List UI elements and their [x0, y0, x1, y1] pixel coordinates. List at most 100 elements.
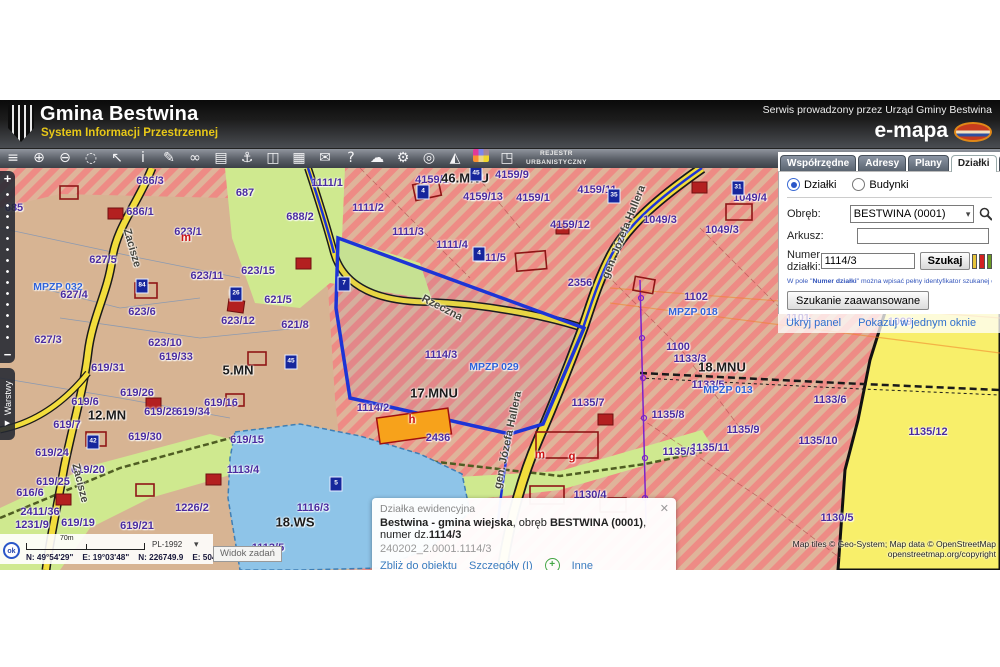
register-urbanistyczny-button[interactable]: REJESTR URBANISTYCZNY [526, 150, 587, 166]
zoom-out-icon[interactable]: ⊖ [52, 149, 78, 168]
radio-dot-icon [852, 178, 865, 191]
ok-button[interactable]: ok [3, 542, 20, 559]
zoom-in-button[interactable]: + [4, 171, 12, 187]
parcel-label: 686/3 [136, 175, 164, 187]
hide-panel-link[interactable]: Ukryj panel [786, 317, 841, 329]
compass-icon[interactable]: ◭ [442, 149, 468, 168]
parcel-label: 1102 [684, 291, 708, 303]
close-icon[interactable]: ✕ [660, 502, 669, 515]
parcel-label: 619/15 [230, 434, 264, 446]
address-marker[interactable]: 4 [417, 185, 430, 200]
advanced-search-button[interactable]: Szukanie zaawansowane [787, 291, 929, 310]
parcel-label: 4159/9 [495, 169, 529, 181]
single-window-link[interactable]: Pokazuj w jednym oknie [858, 317, 976, 329]
popup-municipality: Bestwina - gmina wiejska [380, 517, 513, 529]
details-link[interactable]: Szczegóły (I) [469, 560, 533, 571]
plus-circle-icon[interactable]: + [545, 558, 560, 570]
parcel-label: 1135/9 [726, 424, 759, 436]
popup-obreb: BESTWINA (0001) [550, 517, 643, 529]
settings-icon[interactable]: ⚙ [390, 149, 416, 168]
parcel-label: 1049/3 [643, 214, 677, 226]
address-marker[interactable]: 26 [230, 287, 243, 302]
windows-icon[interactable]: ◫ [260, 149, 286, 168]
geosystem-logo-icon [954, 122, 992, 142]
parcel-label: 619/34 [176, 406, 210, 418]
zoom-to-object-link[interactable]: Zbliż do obiektu [380, 560, 457, 571]
parcel-label: 623/10 [148, 337, 182, 349]
parcel-label: 1135/7 [571, 397, 604, 409]
parcel-label: 4159/13 [463, 191, 503, 203]
tab-adresy[interactable]: Adresy [858, 155, 906, 171]
parcel-label: 1114/2 [357, 402, 389, 414]
zoom-in-icon[interactable]: ⊕ [26, 149, 52, 168]
parcel-label: 1100 [666, 341, 690, 353]
parcel-label: 1049/3 [705, 224, 739, 236]
parcel-label: h [408, 414, 415, 426]
parcel-label: 2356 [568, 277, 592, 289]
print-icon[interactable]: ▤ [208, 149, 234, 168]
app-title: Gmina Bestwina [40, 103, 198, 126]
radio-dzialki[interactable]: Działki [787, 178, 836, 191]
help-icon[interactable]: ? [338, 149, 364, 168]
arkusz-input[interactable] [857, 228, 989, 244]
zoom-out-button[interactable]: − [4, 347, 12, 363]
other-link[interactable]: Inne [572, 560, 593, 571]
radio-dot-icon [787, 178, 800, 191]
popup-title: Bestwina - gmina wiejska, obręb BESTWINA… [380, 517, 668, 541]
parcel-label: 1111/4 [436, 239, 468, 251]
szukaj-button[interactable]: Szukaj [920, 252, 971, 270]
layout-icon[interactable]: ▦ [286, 149, 312, 168]
link-icon[interactable]: ∞ [182, 149, 208, 168]
search-icon[interactable] [979, 207, 992, 221]
tab-dzialki[interactable]: Działki [951, 155, 997, 172]
crs-dropdown-chevron-icon[interactable]: ▾ [194, 539, 199, 550]
parcel-label: 623/11 [190, 270, 223, 282]
parcel-label: 1135/3 [662, 446, 695, 458]
legend-icon[interactable] [473, 149, 489, 162]
parcel-label: 4159/1 [516, 192, 550, 204]
parcel-label: g [568, 451, 575, 463]
cloud-icon[interactable]: ☁ [364, 149, 390, 168]
parcel-label: MPZP 018 [668, 306, 717, 318]
zone-label: 12.MN [88, 408, 126, 423]
zoom-slider[interactable] [0, 189, 15, 345]
coord-n-dms: N: 49°54'29" [26, 553, 73, 562]
pointer-icon[interactable]: ↖ [104, 149, 130, 168]
numer-dzialki-input[interactable] [821, 253, 915, 269]
address-marker[interactable]: 4 [473, 247, 486, 262]
search-icon[interactable]: ◎ [416, 149, 442, 168]
address-marker[interactable]: 31 [732, 181, 745, 196]
draw-icon[interactable]: ◳ [494, 149, 520, 168]
search-hint: W pole "Numer działki" można wpisać pełn… [787, 278, 992, 285]
coordinates-readout: N: 49°54'29"E: 19°03'48"N: 226749.9E: 50… [26, 553, 239, 562]
address-marker[interactable]: 84 [136, 279, 149, 294]
parcel-label: 1116/3 [297, 502, 329, 514]
app-subtitle: System Informacji Przestrzennej [41, 127, 218, 139]
tab-plany[interactable]: Plany [908, 155, 949, 171]
zone-label: 17.MNU [410, 386, 458, 401]
obreb-select[interactable]: BESTWINA (0001) ▾ [850, 205, 975, 223]
address-marker[interactable]: 5 [330, 477, 343, 492]
address-marker[interactable]: 42 [87, 435, 100, 450]
parcel-label: 619/30 [128, 431, 162, 443]
parcel-label: 2411/36 [20, 506, 59, 518]
popup-mid1: , obręb [513, 517, 550, 529]
address-marker[interactable]: 45 [285, 355, 298, 370]
address-marker[interactable]: 45 [470, 168, 483, 182]
zone-label: 18.WS [275, 515, 314, 530]
address-marker[interactable]: 35 [608, 189, 621, 204]
radio-budynki[interactable]: Budynki [852, 178, 908, 191]
select-area-icon[interactable]: ◌ [78, 149, 104, 168]
tab-wspolrzedne[interactable]: Współrzędne [780, 155, 856, 171]
address-marker[interactable]: 7 [338, 277, 351, 292]
zone-label: 18.MNU [698, 360, 746, 375]
anchor-icon[interactable]: ⚓ [234, 149, 260, 168]
toolbar-icons: ≡⊕⊖◌↖i✎∞▤⚓◫▦✉?☁⚙◎◭ ◳ [0, 149, 520, 168]
layers-panel-tab[interactable]: Warstwy ▶ [0, 368, 15, 440]
comment-icon[interactable]: ✉ [312, 149, 338, 168]
search-panel: Współrzędne Adresy Plany Działki Obiekty… [778, 152, 1000, 333]
measure-icon[interactable]: ✎ [156, 149, 182, 168]
parcel-label: 1114/3 [425, 349, 457, 361]
layers-icon[interactable]: ≡ [0, 149, 26, 168]
info-icon[interactable]: i [130, 149, 156, 168]
